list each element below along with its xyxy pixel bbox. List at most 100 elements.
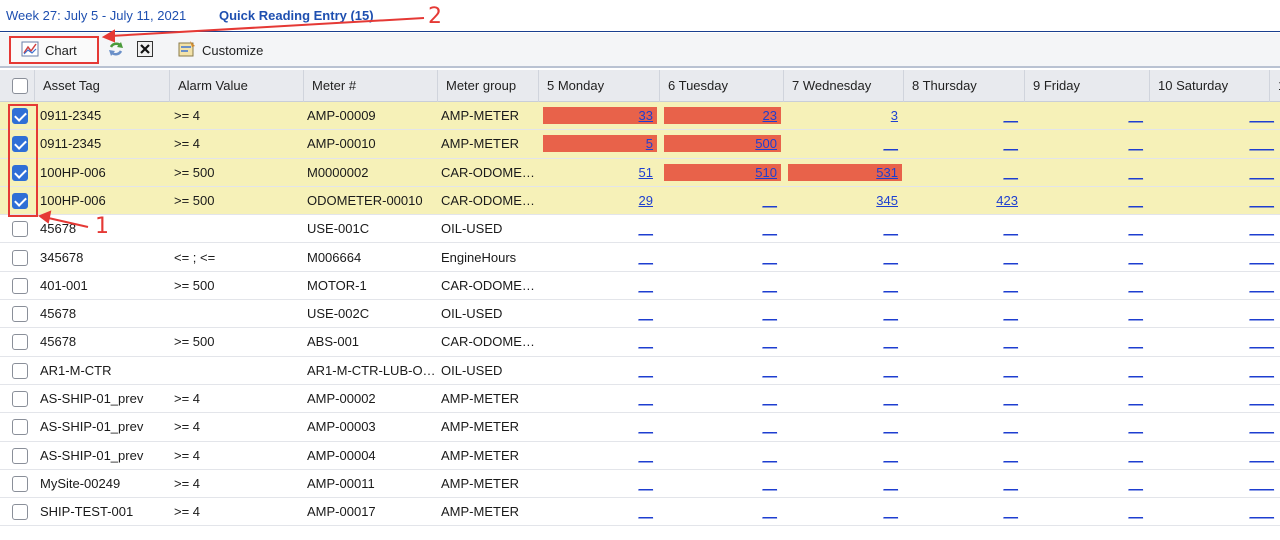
col-sunday-partial[interactable]: 1: [1270, 70, 1280, 102]
reading-link[interactable]: __: [1097, 164, 1147, 181]
reading-link[interactable]: __: [1097, 277, 1147, 294]
reading-link[interactable]: __: [852, 277, 902, 294]
reading-link-partial[interactable]: __: [1250, 475, 1278, 492]
reading-link[interactable]: __: [1097, 362, 1147, 379]
table-row[interactable]: 345678 <= ; <= M006664 EngineHours __ __ __ __ _…: [0, 244, 1280, 272]
reading-link[interactable]: __: [731, 390, 781, 407]
row-checkbox[interactable]: [12, 306, 28, 323]
reading-link[interactable]: __: [972, 418, 1022, 435]
reading-link[interactable]: 531: [788, 163, 902, 181]
reading-link[interactable]: __: [731, 220, 781, 237]
reading-link-partial[interactable]: __: [1250, 220, 1278, 237]
reading-link[interactable]: __: [731, 333, 781, 350]
reading-link[interactable]: __: [731, 249, 781, 266]
reading-link[interactable]: __: [972, 135, 1022, 152]
row-checkbox[interactable]: [12, 391, 28, 407]
table-row[interactable]: 45678 USE-001C OIL-USED __ __ __ __ __ __ __: [0, 215, 1280, 244]
table-row[interactable]: 0911-2345 >= 4 AMP-00010 AMP-METER 5 500 __ __ _…: [0, 130, 1280, 159]
customize-button[interactable]: Customize: [176, 36, 272, 64]
table-row[interactable]: 45678 >= 500 ABS-001 CAR-ODOMET… __ __ __ __ __ _…: [0, 328, 1280, 357]
reading-link[interactable]: __: [972, 107, 1022, 124]
reading-link[interactable]: __: [607, 475, 657, 492]
reading-link[interactable]: __: [731, 503, 781, 520]
reading-link[interactable]: __: [852, 503, 902, 520]
reading-link[interactable]: __: [731, 475, 781, 492]
reading-link[interactable]: __: [972, 305, 1022, 322]
reading-link[interactable]: __: [731, 277, 781, 294]
col-meter-group[interactable]: Meter group: [438, 70, 539, 102]
table-row[interactable]: 45678 USE-002C OIL-USED __ __ __ __ __ __ __: [0, 300, 1280, 329]
reading-link[interactable]: __: [852, 220, 902, 237]
col-saturday[interactable]: 10 Saturday: [1150, 70, 1270, 102]
reading-link[interactable]: __: [852, 362, 902, 379]
reading-link[interactable]: __: [607, 305, 657, 322]
reading-link-partial[interactable]: __: [1250, 333, 1278, 350]
reading-link[interactable]: 33: [543, 107, 657, 124]
reading-link-partial[interactable]: __: [1250, 277, 1278, 294]
reading-link[interactable]: __: [1097, 418, 1147, 435]
reading-link[interactable]: 29: [607, 192, 657, 209]
reading-link[interactable]: __: [1097, 220, 1147, 237]
table-row[interactable]: AS-SHIP-01_prev >= 4 AMP-00004 AMP-METER __ _…: [0, 442, 1280, 470]
reading-link[interactable]: __: [972, 249, 1022, 266]
reading-link[interactable]: __: [972, 164, 1022, 181]
cancel-button[interactable]: [134, 36, 156, 64]
reading-link[interactable]: 423: [972, 192, 1022, 209]
reading-link[interactable]: __: [972, 333, 1022, 350]
reading-link-partial[interactable]: __: [1250, 164, 1278, 181]
reading-link[interactable]: __: [1097, 107, 1147, 124]
reading-link[interactable]: __: [607, 418, 657, 435]
reading-link[interactable]: __: [1097, 503, 1147, 520]
row-checkbox[interactable]: [12, 475, 28, 492]
reading-link[interactable]: __: [852, 475, 902, 492]
col-friday[interactable]: 9 Friday: [1025, 70, 1150, 102]
table-row[interactable]: AS-SHIP-01_prev >= 4 AMP-00002 AMP-METER __ _…: [0, 385, 1280, 414]
select-all-checkbox[interactable]: [12, 78, 28, 94]
reading-link[interactable]: 510: [664, 163, 781, 181]
reading-link[interactable]: __: [731, 362, 781, 379]
reading-link-partial[interactable]: __: [1250, 192, 1278, 209]
reading-link[interactable]: __: [731, 447, 781, 464]
reading-link[interactable]: __: [852, 333, 902, 350]
reading-link-partial[interactable]: __: [1250, 418, 1278, 435]
reading-link[interactable]: __: [607, 249, 657, 266]
col-tuesday[interactable]: 6 Tuesday: [660, 70, 784, 102]
reading-link[interactable]: __: [852, 447, 902, 464]
reading-link-partial[interactable]: __: [1250, 390, 1278, 407]
reading-link[interactable]: __: [1097, 305, 1147, 322]
table-row[interactable]: 401-001 >= 500 MOTOR-1 CAR-ODOMET… __ __ __ __ _…: [0, 272, 1280, 301]
row-checkbox[interactable]: [12, 249, 28, 266]
reading-link[interactable]: __: [731, 305, 781, 322]
reading-link[interactable]: __: [972, 503, 1022, 520]
reading-link[interactable]: 5: [543, 135, 657, 153]
reading-link[interactable]: __: [607, 362, 657, 379]
reading-link[interactable]: __: [607, 447, 657, 464]
reading-link[interactable]: __: [607, 277, 657, 294]
row-checkbox[interactable]: [12, 334, 28, 351]
reading-link-partial[interactable]: __: [1250, 503, 1278, 520]
col-asset-tag[interactable]: Asset Tag: [35, 70, 170, 102]
col-monday[interactable]: 5 Monday: [539, 70, 660, 102]
reading-link[interactable]: __: [852, 418, 902, 435]
reading-link[interactable]: __: [852, 390, 902, 407]
chart-button[interactable]: Chart: [9, 36, 99, 64]
row-checkbox[interactable]: [12, 221, 28, 238]
reading-link[interactable]: __: [1097, 135, 1147, 152]
reading-link[interactable]: __: [607, 503, 657, 520]
reading-link[interactable]: __: [1097, 447, 1147, 464]
reading-link[interactable]: __: [607, 390, 657, 407]
col-meter-number[interactable]: Meter #: [304, 70, 438, 102]
table-row[interactable]: SHIP-TEST-001 >= 4 AMP-00017 AMP-METER __ __ _…: [0, 498, 1280, 527]
reading-link-partial[interactable]: __: [1250, 305, 1278, 322]
table-row[interactable]: AS-SHIP-01_prev >= 4 AMP-00003 AMP-METER __ _…: [0, 413, 1280, 442]
reading-link[interactable]: __: [852, 305, 902, 322]
reading-link-partial[interactable]: __: [1250, 135, 1278, 152]
table-row[interactable]: MySite-00249 >= 4 AMP-00011 AMP-METER __ __ __…: [0, 470, 1280, 499]
col-alarm-value[interactable]: Alarm Value: [170, 70, 304, 102]
reading-link[interactable]: __: [1097, 249, 1147, 266]
reading-link[interactable]: __: [972, 390, 1022, 407]
reading-link[interactable]: __: [972, 447, 1022, 464]
col-thursday[interactable]: 8 Thursday: [904, 70, 1025, 102]
reading-link-partial[interactable]: __: [1250, 249, 1278, 266]
reading-link[interactable]: __: [1097, 192, 1147, 209]
